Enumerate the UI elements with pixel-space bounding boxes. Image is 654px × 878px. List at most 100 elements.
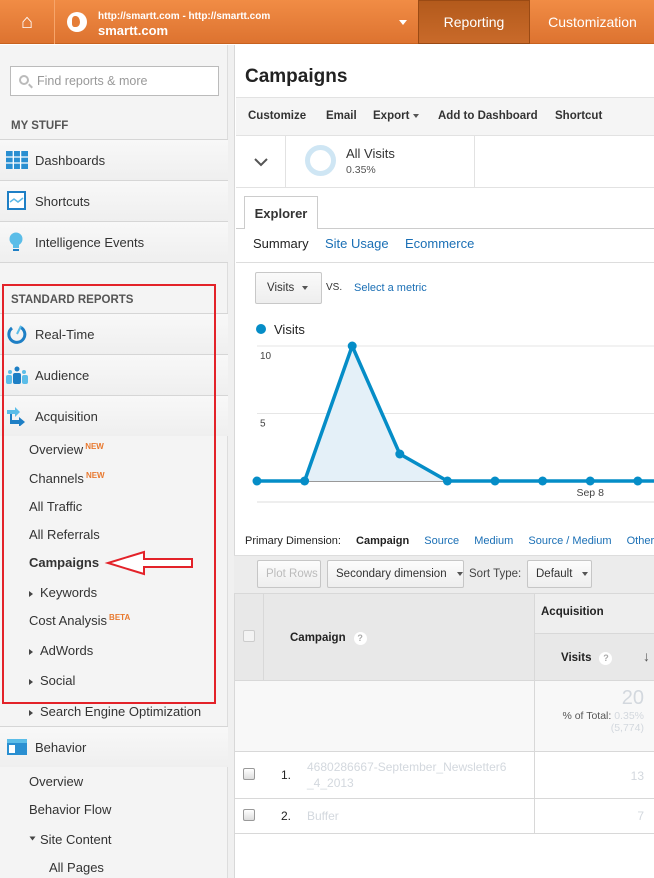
row-index: 2. (281, 809, 292, 823)
data-point (585, 476, 595, 486)
home-button[interactable]: ⌂ (0, 0, 54, 44)
data-point (538, 476, 548, 486)
column-header-campaign[interactable]: Campaign? (263, 593, 535, 681)
select-metric-link[interactable]: Select a metric (354, 282, 427, 294)
page-title: Campaigns (245, 66, 348, 87)
tab-explorer[interactable]: Explorer (244, 196, 318, 229)
sidebar-item-intelligence-events[interactable]: Intelligence Events (0, 221, 228, 262)
dimension-other[interactable]: Other (627, 535, 654, 547)
help-icon[interactable]: ? (599, 652, 613, 665)
dashboard-grid-icon (6, 151, 28, 169)
section-my-stuff: MY STUFF (11, 120, 69, 132)
help-icon[interactable]: ? (353, 632, 367, 645)
tab-reporting[interactable]: Reporting (418, 0, 530, 44)
sidebar-item-behavior[interactable]: Behavior (0, 726, 228, 767)
campaign-link[interactable]: 4680286667-September_Newsletter6_4_2013 (307, 759, 507, 791)
legend-label: Visits (274, 322, 305, 337)
add-to-dashboard-button[interactable]: Add to Dashboard (438, 110, 538, 122)
account-selector[interactable]: http://smartt.com - http://smartt.com sm… (55, 0, 417, 44)
data-point (300, 476, 310, 486)
plot-rows-button[interactable]: Plot Rows (257, 560, 321, 588)
customize-button[interactable]: Customize (248, 110, 306, 122)
data-point (442, 476, 452, 486)
subtab-summary[interactable]: Summary (253, 236, 309, 251)
highlight-box (2, 284, 216, 704)
search-icon (19, 75, 29, 85)
shortcut-button[interactable]: Shortcut (555, 110, 602, 122)
tab-customization[interactable]: Customization (531, 0, 654, 44)
label: Default (536, 568, 573, 580)
caret-down-icon (413, 113, 420, 121)
sidebar-item-behavior-flow[interactable]: Behavior Flow (29, 802, 111, 817)
select-all-checkbox[interactable] (243, 630, 255, 642)
total-visits: 20 (621, 687, 644, 709)
shortcuts-icon (7, 191, 26, 210)
secondary-dimension-select[interactable]: Secondary dimension (327, 560, 464, 588)
caret-down-icon (456, 571, 463, 579)
campaign-link[interactable]: Buffer (307, 809, 339, 823)
expand-arrow-icon (29, 709, 36, 716)
pct-total: 0.35% (614, 710, 644, 722)
sidebar-item-all-pages[interactable]: All Pages (49, 860, 104, 875)
search-input[interactable]: Find reports & more (10, 66, 219, 96)
legend-marker (256, 324, 266, 334)
lightbulb-icon (9, 232, 23, 251)
total-all: (5,774) (610, 722, 644, 734)
data-table: Campaign? Acquisition Visits? ↓ 20 % of T… (234, 593, 654, 834)
segment-bar (236, 136, 654, 188)
divider (474, 136, 475, 188)
row-checkbox[interactable] (243, 809, 255, 821)
y-tick-label: 10 (260, 351, 272, 362)
label: Export (373, 110, 410, 122)
label: Site Content (40, 832, 112, 847)
subtab-ecommerce[interactable]: Ecommerce (405, 236, 474, 251)
visits-chart: Visits 5 10 Sep 8 (252, 322, 654, 503)
email-button[interactable]: Email (326, 110, 357, 122)
column-header-visits[interactable]: Visits? ↓ (534, 633, 654, 681)
row-index: 1. (281, 768, 292, 782)
sort-desc-icon: ↓ (643, 648, 650, 664)
caret-down-icon (582, 571, 589, 579)
pct-total-label: % of Total: (562, 710, 612, 722)
dimension-source-medium[interactable]: Source / Medium (528, 535, 611, 547)
dimension-medium[interactable]: Medium (474, 535, 513, 547)
primary-dimension-bar: Primary Dimension: Campaign Source Mediu… (245, 535, 654, 547)
account-name: smartt.com (98, 23, 169, 38)
dimension-source[interactable]: Source (424, 535, 459, 547)
sidebar-item-shortcuts[interactable]: Shortcuts (0, 180, 228, 221)
dimension-campaign[interactable]: Campaign (356, 535, 409, 547)
subtab-site-usage[interactable]: Site Usage (325, 236, 389, 251)
table-row: 2. Buffer (234, 798, 535, 834)
data-point (347, 341, 357, 351)
collapse-arrow-icon (29, 836, 36, 844)
export-button[interactable]: Export (373, 110, 420, 122)
metric-select[interactable]: Visits (255, 272, 322, 304)
row-visits: 13 (534, 751, 654, 799)
search-placeholder: Find reports & more (37, 74, 148, 88)
label: Visits (267, 282, 295, 294)
label: Visits (561, 652, 592, 664)
segment-percent: 0.35% (346, 164, 376, 176)
sort-type-select[interactable]: Default (527, 560, 592, 588)
row-checkbox[interactable] (243, 768, 255, 780)
divider (0, 262, 228, 263)
sidebar-item-seo[interactable]: Search Engine Optimization (29, 704, 201, 719)
behavior-icon (7, 739, 27, 755)
label: Secondary dimension (336, 568, 447, 580)
segment-name[interactable]: All Visits (346, 146, 395, 161)
report-toolbar: Customize Email Export Add to Dashboard … (236, 97, 654, 136)
header-checkbox-cell (234, 593, 264, 681)
label: Shortcuts (35, 193, 90, 209)
segment-donut-icon (305, 145, 336, 176)
sidebar-item-site-content[interactable]: Site Content (29, 832, 112, 847)
chevron-down-icon (253, 157, 268, 166)
sidebar-item-behavior-overview[interactable]: Overview (29, 774, 83, 789)
account-url: http://smartt.com - http://smartt.com (98, 11, 271, 22)
row-visits: 7 (534, 798, 654, 834)
sort-type-label: Sort Type: (469, 568, 522, 580)
y-tick-label: 5 (260, 419, 266, 430)
data-point (633, 476, 643, 486)
label: Campaign (290, 632, 346, 644)
sidebar-item-dashboards[interactable]: Dashboards (0, 139, 228, 180)
segment-toggle[interactable] (236, 136, 286, 188)
